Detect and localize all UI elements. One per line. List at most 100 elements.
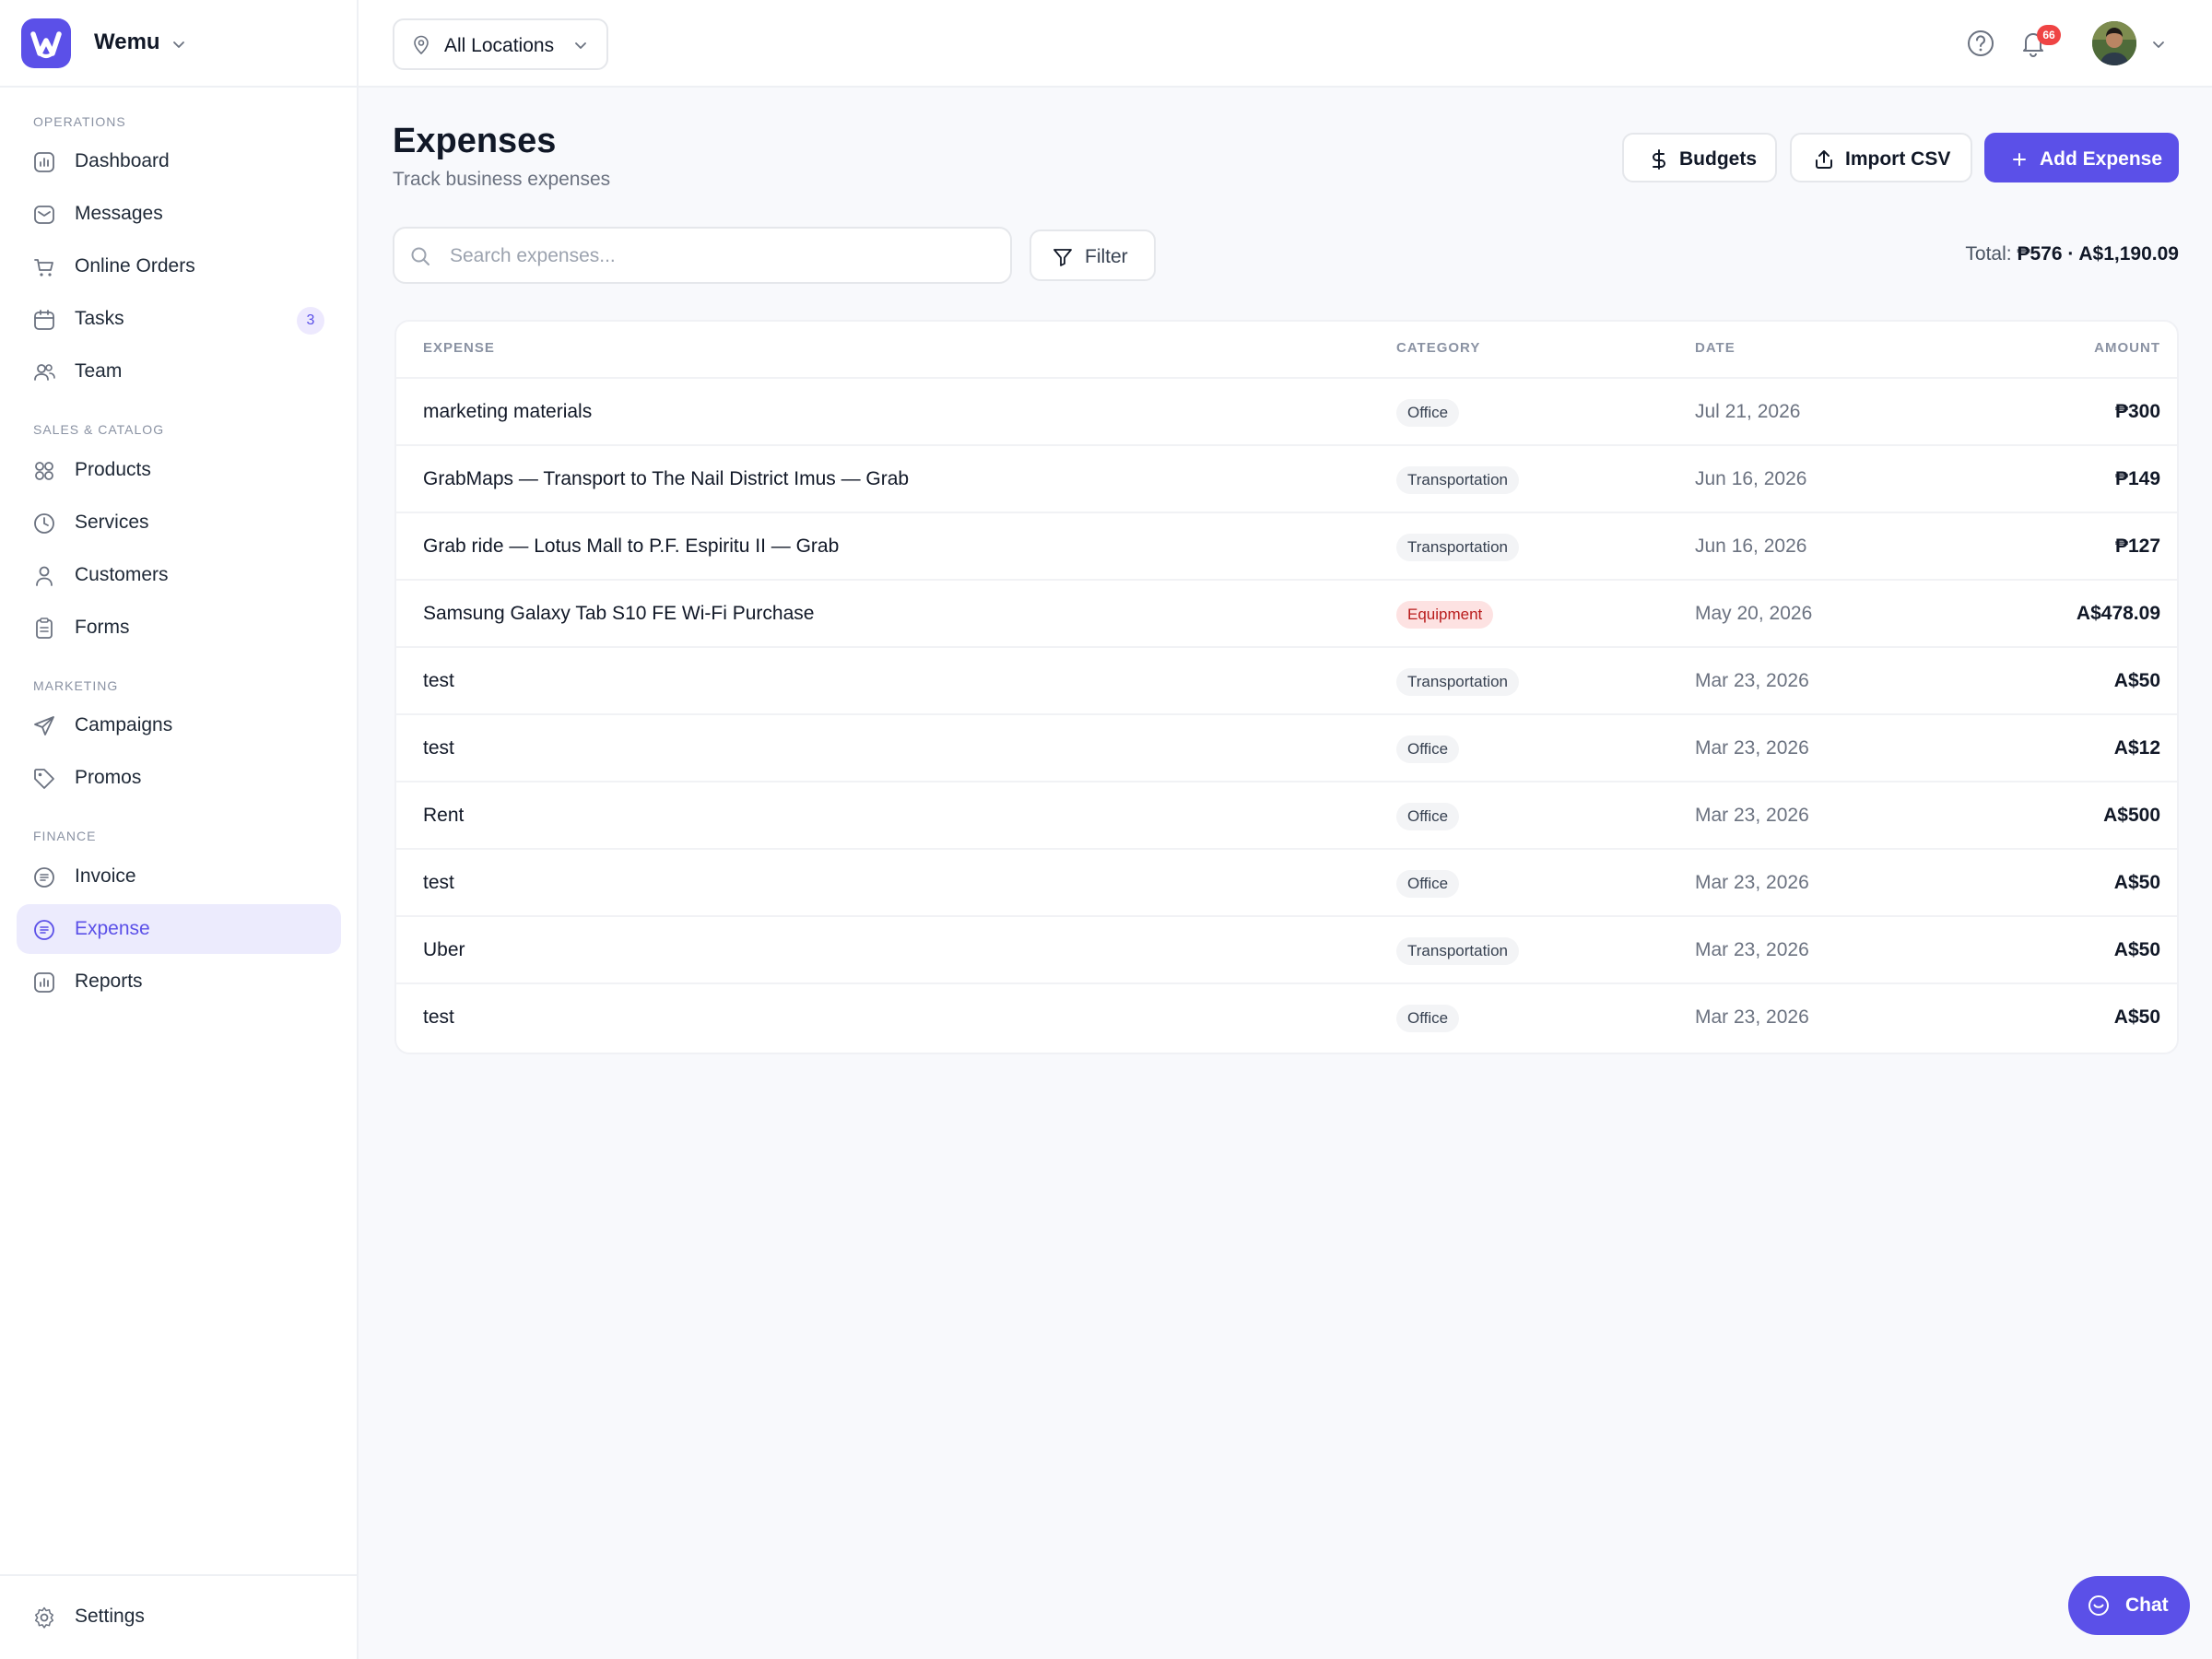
expense-date: Jul 21, 2026 xyxy=(1695,401,1801,422)
sidebar-item-messages[interactable]: Messages xyxy=(17,189,341,239)
search-icon xyxy=(411,247,429,265)
sidebar-item-forms[interactable]: Forms xyxy=(17,603,341,653)
column-header-category[interactable]: CATEGORY xyxy=(1396,340,1480,356)
expense-name: Grab ride — Lotus Mall to P.F. Espiritu … xyxy=(423,535,840,557)
messages-icon xyxy=(32,203,56,227)
cart-icon xyxy=(32,255,56,279)
expense-total: Total: ₱576 · A$1,190.09 xyxy=(1965,243,2179,265)
sidebar-item-reports[interactable]: Reports xyxy=(17,957,341,1006)
search-input[interactable] xyxy=(450,240,994,273)
brand-switcher[interactable]: Wemu xyxy=(0,0,357,88)
expense-name: test xyxy=(423,1006,454,1028)
reports-icon xyxy=(32,971,56,994)
expense-name: marketing materials xyxy=(423,401,593,422)
table-row[interactable]: marketing materials Office Jul 21, 2026 … xyxy=(396,377,2177,444)
send-icon xyxy=(32,714,56,738)
expense-date: May 20, 2026 xyxy=(1695,603,1813,624)
sidebar-footer: Settings xyxy=(0,1574,357,1659)
sidebar-item-products[interactable]: Products xyxy=(17,445,341,495)
expense-date: Mar 23, 2026 xyxy=(1695,939,1809,960)
expense-date: Mar 23, 2026 xyxy=(1695,670,1809,691)
sidebar-item-promos[interactable]: Promos xyxy=(17,753,341,803)
expense-date: Jun 16, 2026 xyxy=(1695,535,1807,557)
expense-amount: A$50 xyxy=(2113,1006,2160,1028)
location-select-value: All Locations xyxy=(444,35,555,56)
total-value: ₱576 · A$1,190.09 xyxy=(2017,243,2179,265)
sidebar-item-expense[interactable]: Expense xyxy=(17,904,341,954)
help-icon[interactable] xyxy=(1965,28,1996,59)
chevron-down-icon xyxy=(173,41,184,48)
import-csv-button-label: Import CSV xyxy=(1845,148,1951,170)
sidebar-item-services[interactable]: Services xyxy=(17,498,341,547)
filter-button[interactable]: Filter xyxy=(1030,229,1156,281)
category-badge: Transportation xyxy=(1396,937,1519,965)
sidebar-item-dashboard[interactable]: Dashboard xyxy=(17,136,341,186)
table-row[interactable]: test Office Mar 23, 2026 A$12 xyxy=(396,713,2177,781)
chevron-down-icon[interactable] xyxy=(2149,35,2168,53)
location-select[interactable]: All Locations xyxy=(393,18,608,70)
table-row[interactable]: Grab ride — Lotus Mall to P.F. Espiritu … xyxy=(396,512,2177,579)
chat-button-label: Chat xyxy=(2125,1594,2169,1616)
expense-date: Mar 23, 2026 xyxy=(1695,872,1809,893)
expense-name: Samsung Galaxy Tab S10 FE Wi-Fi Purchase xyxy=(423,603,815,624)
table-row[interactable]: test Transportation Mar 23, 2026 A$50 xyxy=(396,646,2177,713)
team-icon xyxy=(32,360,56,384)
avatar[interactable] xyxy=(2092,21,2136,65)
calendar-icon xyxy=(32,308,56,332)
sidebar-item-customers[interactable]: Customers xyxy=(17,550,341,600)
sidebar-item-label: Settings xyxy=(75,1606,145,1627)
brand-name: Wemu xyxy=(94,29,160,54)
sidebar-item-campaigns[interactable]: Campaigns xyxy=(17,700,341,750)
expense-amount: A$500 xyxy=(2103,805,2160,826)
section-operations: OPERATIONS xyxy=(33,114,126,129)
gear-icon xyxy=(32,1606,56,1630)
upload-icon xyxy=(1813,148,1835,171)
import-csv-button[interactable]: Import CSV xyxy=(1790,133,1972,182)
sidebar-item-settings[interactable]: Settings xyxy=(17,1592,341,1641)
budgets-button-label: Budgets xyxy=(1679,148,1757,170)
expense-amount: ₱127 xyxy=(2114,535,2160,557)
tag-icon xyxy=(32,767,56,791)
table-row[interactable]: Uber Transportation Mar 23, 2026 A$50 xyxy=(396,915,2177,982)
sidebar-item-team[interactable]: Team xyxy=(17,347,341,396)
filter-button-label: Filter xyxy=(1085,246,1128,267)
chevron-down-icon xyxy=(575,42,586,49)
page-subtitle: Track business expenses xyxy=(393,169,611,190)
sidebar-item-label: Promos xyxy=(75,767,142,788)
sidebar-item-label: Tasks xyxy=(75,308,124,329)
table-row[interactable]: test Office Mar 23, 2026 A$50 xyxy=(396,982,2177,1050)
column-header-amount[interactable]: AMOUNT xyxy=(2094,340,2160,356)
search-expenses[interactable] xyxy=(393,227,1012,284)
chat-button[interactable]: Chat xyxy=(2068,1576,2190,1635)
sidebar-item-label: Campaigns xyxy=(75,714,173,735)
expense-name: test xyxy=(423,872,454,893)
category-badge: Office xyxy=(1396,735,1460,763)
category-badge: Office xyxy=(1396,399,1460,427)
sidebar-item-invoice[interactable]: Invoice xyxy=(17,852,341,901)
filter-icon xyxy=(1052,246,1074,268)
expense-name: Uber xyxy=(423,939,465,960)
column-header-expense[interactable]: EXPENSE xyxy=(423,340,495,356)
clipboard-icon xyxy=(32,617,56,641)
expenses-table: EXPENSE CATEGORY DATE AMOUNT marketing m… xyxy=(394,320,2179,1054)
expense-amount: A$50 xyxy=(2113,939,2160,960)
budgets-button[interactable]: Budgets xyxy=(1622,133,1777,182)
page-title: Expenses xyxy=(393,122,557,160)
table-row[interactable]: Rent Office Mar 23, 2026 A$500 xyxy=(396,781,2177,848)
table-row[interactable]: GrabMaps — Transport to The Nail Distric… xyxy=(396,444,2177,512)
column-header-date[interactable]: DATE xyxy=(1695,340,1735,356)
sidebar-item-online-orders[interactable]: Online Orders xyxy=(17,241,341,291)
expense-name: test xyxy=(423,737,454,759)
chat-icon xyxy=(2088,1595,2109,1616)
add-expense-button[interactable]: Add Expense xyxy=(1984,133,2179,182)
grid-icon xyxy=(32,459,56,483)
expense-amount: ₱300 xyxy=(2114,401,2160,422)
user-icon xyxy=(32,564,56,588)
sidebar-item-tasks[interactable]: Tasks 3 xyxy=(17,294,341,344)
table-row[interactable]: Samsung Galaxy Tab S10 FE Wi-Fi Purchase… xyxy=(396,579,2177,646)
table-row[interactable]: test Office Mar 23, 2026 A$50 xyxy=(396,848,2177,915)
sidebar-item-label: Team xyxy=(75,360,123,382)
expense-amount: ₱149 xyxy=(2114,468,2160,489)
expense-name: Rent xyxy=(423,805,465,826)
sidebar-item-label: Customers xyxy=(75,564,169,585)
